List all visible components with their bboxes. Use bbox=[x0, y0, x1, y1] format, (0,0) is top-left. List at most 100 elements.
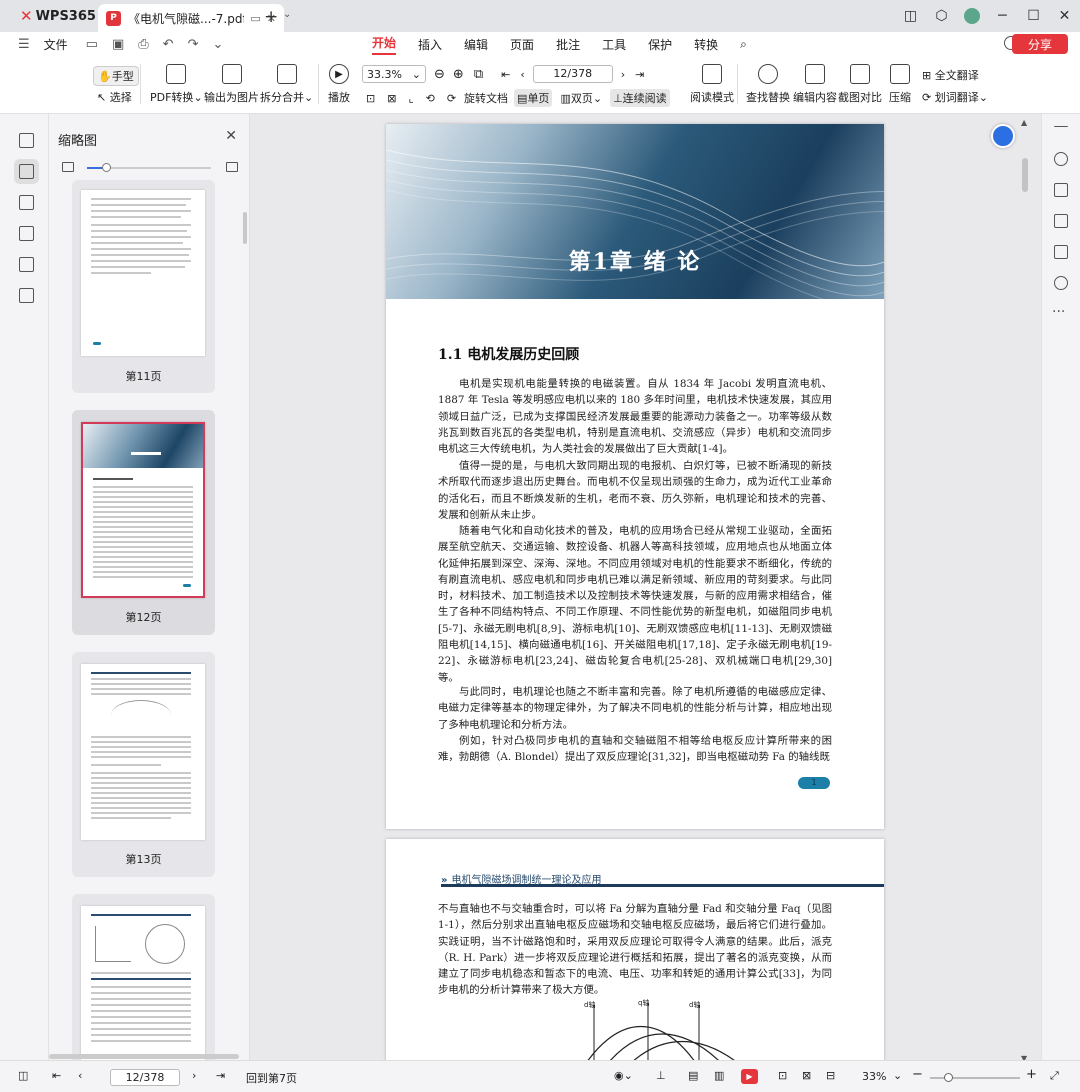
thumbnail-page-13[interactable]: 第13页 bbox=[72, 652, 215, 877]
zoom-dropdown-chevron-icon[interactable]: ⌄ bbox=[893, 1069, 902, 1082]
thumbnail-scrollbar[interactable] bbox=[243, 212, 247, 244]
zoom-out-icon[interactable]: ⊖ bbox=[434, 67, 445, 82]
split-merge-button[interactable]: 拆分合并⌄ bbox=[260, 64, 313, 105]
double-page-button[interactable]: ▥双页⌄ bbox=[560, 90, 602, 106]
compress-button[interactable]: 压缩 bbox=[889, 64, 911, 105]
maximize-window-icon[interactable]: ☐ bbox=[1018, 8, 1049, 24]
eye-icon[interactable]: ◉⌄ bbox=[614, 1069, 633, 1082]
rotate-left-icon[interactable]: ⟲ bbox=[426, 92, 435, 105]
close-panel-icon[interactable]: ✕ bbox=[225, 128, 237, 144]
last-page-icon[interactable]: ⇥ bbox=[216, 1069, 225, 1082]
tab-protect[interactable]: 保护 bbox=[648, 36, 672, 53]
double-page-view-icon[interactable]: ▥ bbox=[714, 1069, 724, 1082]
undo-icon[interactable]: ↶ bbox=[163, 37, 174, 52]
edit-content-button[interactable]: 编辑内容 bbox=[793, 64, 837, 105]
minimize-tab-icon[interactable]: ▭ bbox=[250, 12, 260, 25]
zoom-in-icon[interactable]: + bbox=[1026, 1067, 1037, 1082]
continuous-view-icon[interactable]: ⊥ bbox=[656, 1069, 666, 1082]
assistant-float-button[interactable] bbox=[991, 124, 1015, 148]
print-icon[interactable]: ⎙ bbox=[138, 37, 148, 52]
hamburger-menu-icon[interactable]: ☰ bbox=[18, 37, 30, 52]
play-icon[interactable]: ▶ bbox=[741, 1069, 758, 1084]
zoom-slider-knob[interactable] bbox=[944, 1073, 953, 1082]
scroll-up-icon[interactable]: ▲ bbox=[1021, 118, 1027, 127]
user-avatar[interactable] bbox=[964, 8, 980, 24]
document-view[interactable]: 第1章 绪 论 1.1 电机发展历史回顾 电机是实现机电能量转换的电磁装置。自从… bbox=[250, 114, 1041, 1060]
full-translate-button[interactable]: ⊞ 全文翻译 bbox=[922, 67, 979, 83]
thumbnail-icon[interactable] bbox=[19, 164, 34, 179]
tab-annotate[interactable]: 批注 bbox=[556, 36, 580, 53]
find-replace-button[interactable]: 查找替换 bbox=[746, 64, 790, 105]
open-folder-icon[interactable]: ▭ bbox=[86, 37, 98, 52]
sidebar-toggle-icon[interactable]: ◫ bbox=[895, 8, 926, 24]
fullscreen-icon[interactable]: ⤢ bbox=[1050, 1069, 1059, 1083]
share-button[interactable]: 分享 bbox=[1012, 34, 1068, 54]
single-page-button[interactable]: ▤单页 bbox=[514, 89, 553, 107]
zoom-out-icon[interactable]: − bbox=[912, 1067, 923, 1082]
save-icon[interactable]: ▣ bbox=[112, 37, 124, 52]
fit-width-icon[interactable]: ⊟ bbox=[826, 1069, 835, 1082]
signature-icon[interactable] bbox=[19, 257, 34, 272]
tab-convert[interactable]: 转换 bbox=[694, 36, 718, 53]
fit-window-icon[interactable]: ⊠ bbox=[802, 1069, 811, 1082]
new-tab-icon[interactable]: + bbox=[264, 7, 278, 27]
actual-size-icon[interactable]: ⊡ bbox=[366, 92, 375, 105]
screenshot-compare-button[interactable]: 截图对比 bbox=[838, 64, 882, 105]
comment-icon[interactable] bbox=[19, 195, 34, 210]
search-icon[interactable]: ⌕ bbox=[740, 37, 747, 52]
tab-list-chevron-icon[interactable]: ⌄ bbox=[283, 9, 291, 20]
attachment-icon[interactable] bbox=[19, 226, 34, 241]
settings-sliders-icon[interactable] bbox=[1054, 214, 1068, 228]
zoom-select[interactable]: 33.3% ⌄ bbox=[362, 65, 426, 83]
bookmark-icon[interactable] bbox=[19, 133, 34, 148]
next-page-icon[interactable]: › bbox=[192, 1069, 196, 1082]
layers-icon[interactable] bbox=[19, 288, 34, 303]
continuous-read-button[interactable]: ⊥连续阅读 bbox=[610, 89, 670, 107]
small-thumbnail-icon[interactable] bbox=[62, 162, 74, 172]
book-icon[interactable] bbox=[1054, 245, 1068, 259]
sidebar-toggle-icon[interactable]: ◫ bbox=[18, 1069, 28, 1082]
thumbnail-page-11[interactable]: 第11页 bbox=[72, 180, 215, 393]
rotate-right-icon[interactable]: ⟳ bbox=[447, 92, 456, 105]
fit-page-icon[interactable]: ⧉ bbox=[474, 67, 483, 82]
single-page-view-icon[interactable]: ▤ bbox=[688, 1069, 698, 1082]
tab-edit[interactable]: 编辑 bbox=[464, 36, 488, 53]
zoom-slider[interactable] bbox=[930, 1073, 1020, 1082]
rotate-document-button[interactable]: 旋转文档 bbox=[464, 90, 508, 106]
sync-icon[interactable] bbox=[1054, 183, 1068, 197]
actual-size-icon[interactable]: ⊡ bbox=[778, 1069, 787, 1082]
tab-start[interactable]: 开始 bbox=[372, 34, 397, 55]
prev-page-icon[interactable]: ‹ bbox=[520, 68, 524, 81]
vertical-scrollbar[interactable]: ▲ ▼ bbox=[1020, 114, 1040, 1060]
large-thumbnail-icon[interactable] bbox=[226, 162, 238, 172]
tab-page[interactable]: 页面 bbox=[510, 36, 534, 53]
minus-icon[interactable] bbox=[1054, 126, 1068, 128]
cube-icon[interactable]: ⬡ bbox=[926, 8, 957, 24]
thumbnail-page-12[interactable]: 第12页 bbox=[72, 410, 215, 635]
status-page-input[interactable]: 12/378 bbox=[110, 1069, 180, 1086]
app-logo[interactable]: ✕ WPS365 bbox=[0, 0, 96, 32]
redo-icon[interactable]: ↷ bbox=[188, 37, 199, 52]
select-tool-button[interactable]: ↖ 选择 bbox=[97, 89, 132, 105]
help-icon[interactable] bbox=[1054, 276, 1068, 290]
thumbnail-page-14[interactable] bbox=[72, 894, 215, 1060]
back-to-page-link[interactable]: 回到第7页 bbox=[246, 1070, 297, 1086]
slider-knob[interactable] bbox=[102, 163, 111, 172]
search-icon[interactable] bbox=[1054, 152, 1068, 166]
last-page-icon[interactable]: ⇥ bbox=[635, 68, 644, 81]
word-translate-button[interactable]: ⟳ 划词翻译 ⌄ bbox=[922, 89, 988, 105]
scroll-thumb[interactable] bbox=[1022, 158, 1028, 192]
first-page-icon[interactable]: ⇤ bbox=[52, 1069, 61, 1082]
zoom-level[interactable]: 33% bbox=[862, 1070, 886, 1083]
page-number-input[interactable]: 12/378 bbox=[532, 65, 613, 83]
hand-tool-button[interactable]: ✋手型 bbox=[93, 66, 139, 86]
crop-icon[interactable]: ⌞ bbox=[408, 92, 413, 105]
file-menu[interactable]: 文件 bbox=[44, 36, 68, 53]
play-button[interactable]: ▶ 播放 bbox=[328, 64, 350, 105]
next-page-icon[interactable]: › bbox=[621, 68, 625, 81]
zoom-in-icon[interactable]: ⊕ bbox=[453, 67, 464, 82]
export-image-button[interactable]: 输出为图片 bbox=[204, 64, 259, 105]
more-chevron-icon[interactable]: ⌄ bbox=[212, 37, 223, 52]
minimize-window-icon[interactable]: ─ bbox=[987, 8, 1018, 24]
document-tab[interactable]: P 《电机气隙磁...-7.pdf ▭ ✕ bbox=[98, 4, 284, 32]
